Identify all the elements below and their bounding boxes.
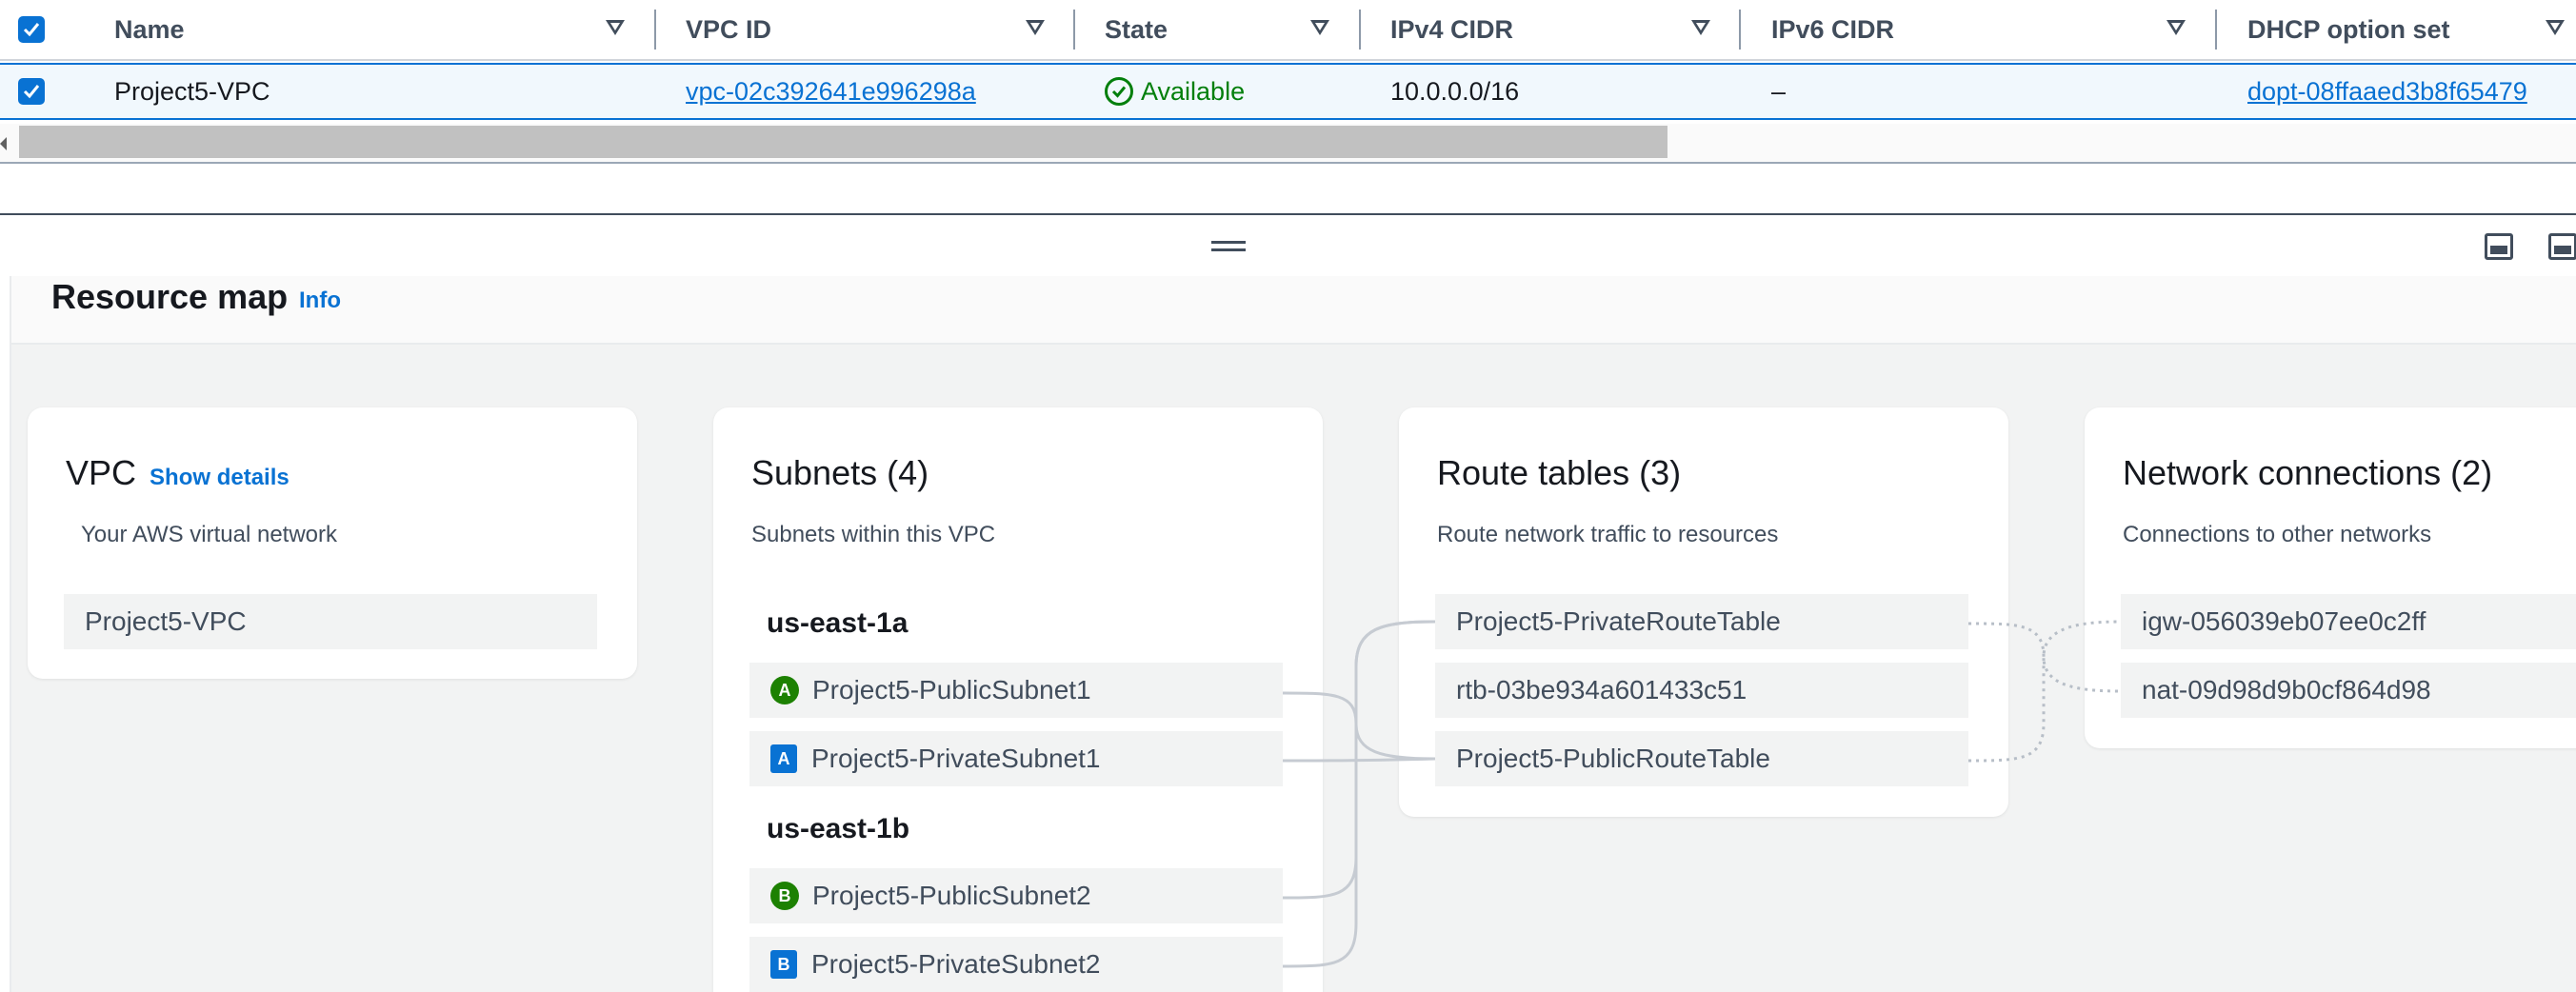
column-divider[interactable]	[654, 10, 656, 50]
column-header-name[interactable]: Name	[114, 0, 185, 59]
subnet-name: Project5-PrivateSubnet2	[811, 949, 1101, 979]
card-title-label: VPC	[66, 453, 137, 492]
show-details-link[interactable]: Show details	[150, 465, 290, 490]
scrollbar-thumb[interactable]	[19, 126, 1667, 158]
table-row[interactable]: Project5-VPC vpc-02c392641e996298a Avail…	[0, 63, 2576, 120]
column-header-label: IPv6 CIDR	[1771, 14, 1895, 44]
sort-name-button[interactable]	[606, 0, 629, 59]
column-divider[interactable]	[1359, 10, 1361, 50]
caret-down-icon	[2167, 20, 2186, 35]
scroll-left-icon[interactable]	[0, 137, 7, 150]
vpc-id-link[interactable]: vpc-02c392641e996298a	[686, 65, 976, 118]
split-panel-divider	[0, 213, 2576, 215]
table-header: Name VPC ID State IPv4 CIDR IPv6 CIDR DH…	[0, 0, 2576, 61]
route-table-item[interactable]: Project5-PublicRouteTable	[1435, 731, 1968, 786]
vpc-card-subtitle: Your AWS virtual network	[81, 522, 338, 547]
subnet-item[interactable]: A Project5-PrivateSubnet1	[749, 731, 1283, 786]
resource-map-header: Resource map Info	[11, 276, 2576, 345]
network-connection-item[interactable]: igw-056039eb07ee0c2ff	[2121, 594, 2576, 649]
vpc-item[interactable]: Project5-VPC	[64, 594, 597, 649]
caret-down-icon	[1691, 20, 1710, 35]
column-header-ipv6-cidr[interactable]: IPv6 CIDR	[1771, 0, 1894, 59]
state-label: Available	[1141, 76, 1246, 106]
subnet-item[interactable]: B Project5-PublicSubnet2	[749, 868, 1283, 923]
dhcp-option-set-link[interactable]: dopt-08ffaaed3b8f65479	[2247, 65, 2527, 118]
subnets-card-title: Subnets (4)	[751, 453, 929, 492]
checkbox-checked-icon	[23, 85, 40, 99]
vpc-card-title: VPC Show details	[66, 453, 290, 493]
network-connections-card-title: Network connections (2)	[2123, 453, 2493, 492]
sort-state-button[interactable]	[1310, 0, 1333, 59]
route-table-item[interactable]: Project5-PrivateRouteTable	[1435, 594, 1968, 649]
availability-zone-label: us-east-1b	[767, 813, 910, 844]
public-subnet-badge-icon: B	[770, 882, 799, 910]
drag-handle-icon[interactable]	[1211, 241, 1246, 252]
private-subnet-badge-icon: A	[770, 744, 797, 773]
availability-zone-label: us-east-1a	[767, 607, 909, 639]
route-table-item[interactable]: rtb-03be934a601433c51	[1435, 663, 1968, 718]
column-divider[interactable]	[1073, 10, 1075, 50]
column-header-label: VPC ID	[686, 14, 772, 44]
info-link[interactable]: Info	[299, 288, 341, 314]
horizontal-scrollbar[interactable]	[0, 124, 2576, 164]
caret-down-icon	[1026, 20, 1045, 35]
sort-vpc-id-button[interactable]	[1026, 0, 1048, 59]
column-divider[interactable]	[2215, 10, 2217, 50]
subnet-name: Project5-PublicSubnet2	[812, 881, 1091, 910]
vpc-table: Name VPC ID State IPv4 CIDR IPv6 CIDR DH…	[0, 0, 2576, 168]
resource-map-title: Resource map	[51, 277, 289, 316]
column-header-vpc-id[interactable]: VPC ID	[686, 0, 771, 59]
column-header-dhcp-option-set[interactable]: DHCP option set	[2247, 0, 2450, 59]
caret-down-icon	[606, 20, 625, 35]
route-tables-card-title: Route tables (3)	[1437, 453, 1682, 492]
column-divider[interactable]	[1739, 10, 1741, 50]
private-subnet-badge-icon: B	[770, 950, 797, 979]
subnet-item[interactable]: A Project5-PublicSubnet1	[749, 663, 1283, 718]
subnet-name: Project5-PublicSubnet1	[812, 675, 1091, 704]
column-header-state[interactable]: State	[1105, 0, 1168, 59]
state-cell: Available	[1105, 65, 1245, 118]
column-header-label: DHCP option set	[2247, 14, 2450, 44]
route-tables-card-subtitle: Route network traffic to resources	[1437, 522, 1779, 547]
check-circle-icon	[1105, 77, 1133, 106]
column-header-ipv4-cidr[interactable]: IPv4 CIDR	[1390, 0, 1513, 59]
column-header-label: State	[1105, 14, 1168, 44]
subnets-card-subtitle: Subnets within this VPC	[751, 522, 996, 547]
row-checkbox[interactable]	[18, 78, 45, 105]
sort-ipv4-button[interactable]	[1691, 0, 1714, 59]
subnet-item[interactable]: B Project5-PrivateSubnet2	[749, 937, 1283, 992]
column-header-label: IPv4 CIDR	[1390, 14, 1514, 44]
network-connections-card-subtitle: Connections to other networks	[2123, 522, 2432, 547]
sort-dhcp-button[interactable]	[2546, 0, 2568, 59]
caret-down-icon	[2546, 20, 2565, 35]
sort-ipv6-button[interactable]	[2167, 0, 2189, 59]
ipv6-cidr-cell: –	[1771, 76, 1787, 106]
caret-down-icon	[1310, 20, 1329, 35]
panel-bottom-icon[interactable]	[2485, 233, 2513, 260]
select-all-checkbox[interactable]	[18, 16, 45, 43]
public-subnet-badge-icon: A	[770, 676, 799, 704]
network-connection-item[interactable]: nat-09d98d9b0cf864d98	[2121, 663, 2576, 718]
column-header-label: Name	[114, 14, 185, 44]
panel-side-icon[interactable]	[2548, 233, 2576, 260]
vpc-name-cell: Project5-VPC	[114, 76, 270, 106]
ipv4-cidr-cell: 10.0.0.0/16	[1390, 76, 1520, 106]
subnet-name: Project5-PrivateSubnet1	[811, 744, 1101, 773]
checkbox-checked-icon	[23, 23, 40, 37]
